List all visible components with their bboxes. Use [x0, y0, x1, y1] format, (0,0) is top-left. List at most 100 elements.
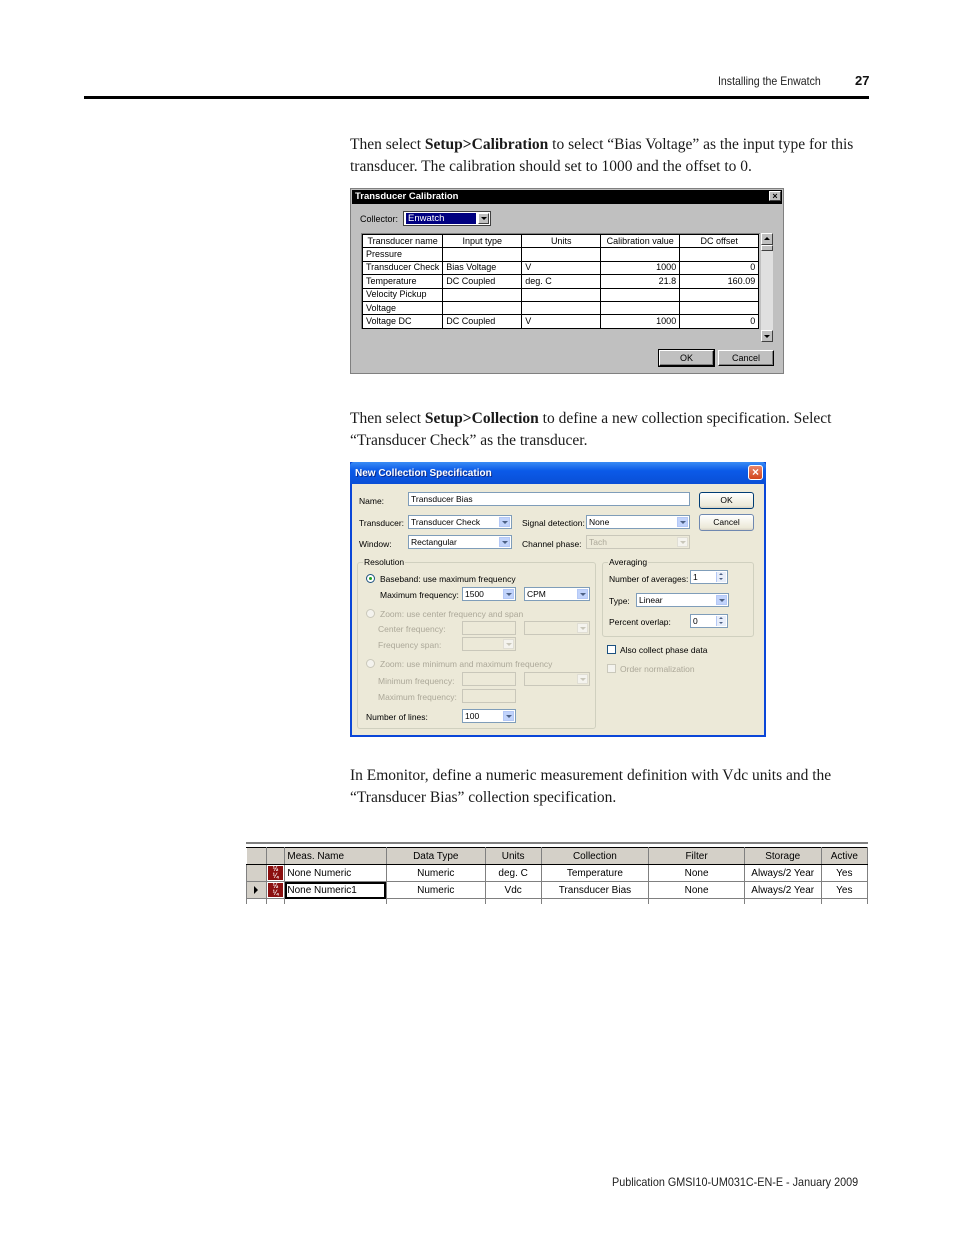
window-select[interactable]: Rectangular — [408, 535, 512, 549]
grid-new-row[interactable] — [246, 898, 868, 904]
table-cell[interactable]: Voltage — [361, 300, 444, 316]
column-header[interactable]: Data Type — [385, 847, 486, 865]
grid-cell[interactable]: Yes — [820, 881, 868, 899]
table-cell[interactable] — [521, 287, 602, 302]
row-selector[interactable] — [246, 881, 267, 899]
chevron-down-icon[interactable] — [716, 595, 727, 605]
cancel-button[interactable]: Cancel — [718, 350, 774, 366]
grid-cell[interactable]: Always/2 Year — [743, 864, 822, 882]
min-frequency-units-select[interactable] — [524, 672, 590, 686]
table-cell[interactable] — [442, 300, 523, 316]
close-icon[interactable]: × — [769, 191, 781, 201]
column-header[interactable]: Active — [820, 847, 868, 865]
vertical-scrollbar[interactable] — [761, 233, 773, 342]
column-header[interactable]: Units — [521, 233, 602, 249]
grid-cell[interactable]: Vdc — [484, 881, 542, 899]
scroll-down-icon[interactable] — [761, 330, 773, 342]
chevron-down-icon[interactable] — [499, 517, 510, 527]
grid-row[interactable]: ½ ¼ None Numeric Numeric deg. C Temperature No… — [246, 864, 868, 882]
chevron-down-icon[interactable] — [503, 589, 514, 599]
number-of-averages-spinner[interactable]: 1 — [690, 570, 728, 584]
min-frequency-input[interactable] — [462, 672, 516, 686]
max-frequency-select[interactable]: 1500 — [462, 587, 516, 601]
table-cell[interactable] — [679, 287, 760, 302]
zoom-minmax-radio[interactable] — [366, 659, 375, 668]
center-frequency-input[interactable] — [462, 621, 516, 635]
grid-cell[interactable] — [484, 898, 542, 904]
grid-cell[interactable]: Yes — [820, 864, 868, 882]
table-row[interactable]: Voltage — [361, 300, 760, 316]
table-cell[interactable]: Bias Voltage — [442, 260, 523, 276]
table-cell[interactable]: V — [521, 314, 602, 329]
table-cell[interactable]: DC Coupled — [442, 274, 523, 289]
table-cell[interactable]: Temperature — [361, 274, 444, 289]
column-header[interactable]: DC offset — [679, 233, 760, 249]
table-cell[interactable] — [442, 247, 523, 262]
grid-cell[interactable] — [540, 898, 650, 904]
table-cell[interactable]: 0 — [679, 260, 760, 276]
percent-overlap-spinner[interactable]: 0 — [690, 614, 728, 628]
grid-cell[interactable]: deg. C — [484, 864, 542, 882]
grid-cell[interactable]: None Numeric — [284, 864, 387, 882]
chevron-down-icon[interactable] — [677, 517, 688, 527]
transducer-select[interactable]: Transducer Check — [408, 515, 512, 529]
column-header[interactable]: Units — [484, 847, 542, 865]
signal-detection-select[interactable]: None — [586, 515, 690, 529]
table-cell[interactable]: 160.09 — [679, 274, 760, 289]
grid-cell[interactable]: None Numeric1 — [284, 881, 387, 899]
table-row[interactable]: Pressure — [361, 247, 760, 262]
chevron-down-icon[interactable] — [577, 674, 588, 684]
baseband-radio[interactable] — [366, 574, 375, 583]
grid-cell[interactable] — [265, 898, 286, 904]
table-row[interactable]: Temperature DC Coupled deg. C 21.8 160.09 — [361, 274, 760, 289]
grid-cell[interactable] — [246, 898, 267, 904]
center-frequency-units-select[interactable] — [524, 621, 590, 635]
chevron-down-icon[interactable] — [503, 639, 514, 649]
frequency-units-select[interactable]: CPM — [524, 587, 590, 601]
chevron-down-icon[interactable] — [577, 623, 588, 633]
column-header[interactable]: Transducer name — [361, 233, 444, 249]
grid-cell[interactable] — [284, 898, 387, 904]
table-cell[interactable]: 1000 — [600, 314, 681, 329]
table-cell[interactable]: 0 — [679, 314, 760, 329]
ok-button[interactable]: OK — [658, 349, 715, 367]
max-frequency2-input[interactable] — [462, 689, 516, 703]
table-cell[interactable] — [521, 300, 602, 316]
row-selector[interactable] — [246, 864, 267, 882]
column-header[interactable]: Input type — [442, 233, 523, 249]
spinner-arrows-icon[interactable] — [716, 616, 726, 626]
table-cell[interactable]: V — [521, 260, 602, 276]
column-header[interactable]: Filter — [648, 847, 745, 865]
table-cell[interactable]: deg. C — [521, 274, 602, 289]
table-cell[interactable] — [442, 287, 523, 302]
scroll-thumb[interactable] — [761, 245, 773, 251]
spinner-arrows-icon[interactable] — [716, 572, 726, 582]
grid-cell[interactable]: Numeric — [385, 864, 486, 882]
cancel-button[interactable]: Cancel — [699, 514, 754, 531]
table-cell[interactable] — [600, 300, 681, 316]
name-input[interactable]: Transducer Bias — [408, 492, 690, 506]
grid-cell[interactable]: Numeric — [385, 881, 486, 899]
phase-data-checkbox[interactable] — [607, 645, 616, 654]
table-row[interactable]: Voltage DC DC Coupled V 1000 0 — [361, 314, 760, 329]
table-cell[interactable] — [521, 247, 602, 262]
table-cell[interactable]: Transducer Check — [361, 260, 444, 276]
table-cell[interactable]: 1000 — [600, 260, 681, 276]
column-header[interactable]: Collection — [540, 847, 650, 865]
ok-button[interactable]: OK — [699, 492, 754, 509]
type-select[interactable]: Linear — [636, 593, 729, 607]
table-cell[interactable] — [679, 300, 760, 316]
scroll-up-icon[interactable] — [761, 233, 773, 245]
zoom-center-radio[interactable] — [366, 609, 375, 618]
table-cell[interactable] — [600, 247, 681, 262]
grid-cell[interactable] — [385, 898, 486, 904]
chevron-down-icon[interactable] — [677, 537, 688, 547]
close-icon[interactable]: × — [748, 465, 763, 480]
chevron-down-icon[interactable] — [499, 537, 510, 547]
table-cell[interactable]: Velocity Pickup — [361, 287, 444, 302]
column-header[interactable]: Calibration value — [600, 233, 681, 249]
channel-phase-select[interactable]: Tach — [586, 535, 690, 549]
table-cell[interactable] — [600, 287, 681, 302]
grid-cell[interactable] — [820, 898, 868, 904]
grid-cell[interactable]: Always/2 Year — [743, 881, 822, 899]
